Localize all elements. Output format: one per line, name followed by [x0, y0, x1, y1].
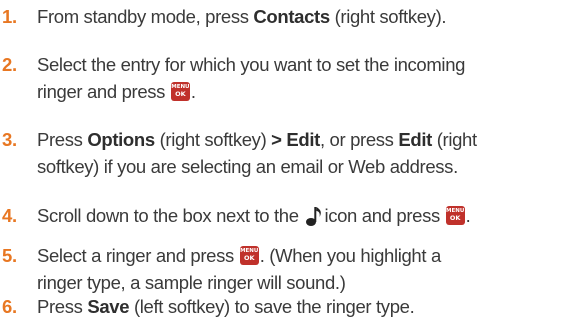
step-text: Press Options (right softkey) > Edit, or… — [37, 126, 573, 180]
text: . — [190, 81, 196, 102]
menu-ok-key-icon: MENU OK — [170, 82, 190, 101]
text: ringer and press — [37, 81, 170, 102]
step-text: Press Save (left softkey) to save the ri… — [37, 293, 573, 320]
step-line: From standby mode, press Contacts (right… — [37, 3, 573, 30]
key-label-bottom: OK — [243, 254, 255, 262]
step-number: 1. — [2, 6, 17, 27]
text: From standby mode, press — [37, 6, 254, 27]
text: Press — [37, 129, 88, 150]
text: Scroll down to the box next to the — [37, 205, 304, 226]
menu-ok-key-icon: MENU OK — [239, 246, 259, 265]
text: ringer type, a sample ringer will sound.… — [37, 272, 346, 293]
text: (right — [431, 129, 477, 150]
step-text: From standby mode, press Contacts (right… — [37, 3, 573, 30]
text: , or press — [319, 129, 399, 150]
step-number: 3. — [2, 129, 17, 150]
key-label-bottom: OK — [175, 90, 186, 98]
step-line: Press Options (right softkey) > Edit, or… — [37, 126, 573, 153]
step-number: 6. — [2, 296, 17, 317]
text: (right softkey) — [154, 129, 272, 150]
step-text: Select the entry for which you want to s… — [37, 51, 573, 105]
text: . (When you highlight a — [259, 245, 442, 266]
music-note-icon — [306, 207, 322, 226]
step-number: 4. — [2, 205, 17, 226]
bold-term: Edit — [398, 129, 432, 150]
step-line: ringer and press MENU OK. — [37, 78, 573, 105]
step-number: 2. — [2, 54, 17, 75]
step-line: Press Save (left softkey) to save the ri… — [37, 293, 573, 320]
text: (left softkey) to save the ringer type. — [129, 296, 415, 317]
text: . — [465, 205, 471, 226]
step-line: ringer type, a sample ringer will sound.… — [37, 269, 573, 296]
text: Select the entry for which you want to s… — [37, 54, 466, 75]
step-line: Scroll down to the box next to the icon … — [37, 202, 573, 229]
text: icon and press — [324, 205, 445, 226]
bold-term: Save — [87, 296, 130, 317]
step-line: Select a ringer and press MENU OK. (When … — [37, 242, 573, 269]
step-text: Select a ringer and press MENU OK. (When … — [37, 242, 573, 296]
bold-term: > Edit — [271, 129, 320, 150]
step-line: softkey) if you are selecting an email o… — [37, 153, 573, 180]
menu-ok-key-icon: MENU OK — [445, 206, 465, 225]
key-label-bottom: OK — [449, 214, 461, 222]
text: softkey) if you are selecting an email o… — [37, 156, 458, 177]
text: (right softkey). — [329, 6, 447, 27]
bold-term: Options — [87, 129, 155, 150]
text: Select a ringer and press — [37, 245, 239, 266]
text: Press — [37, 296, 88, 317]
step-line: Select the entry for which you want to s… — [37, 51, 573, 78]
step-text: Scroll down to the box next to the icon … — [37, 202, 573, 229]
bold-term: Contacts — [253, 6, 330, 27]
step-number: 5. — [2, 245, 17, 266]
